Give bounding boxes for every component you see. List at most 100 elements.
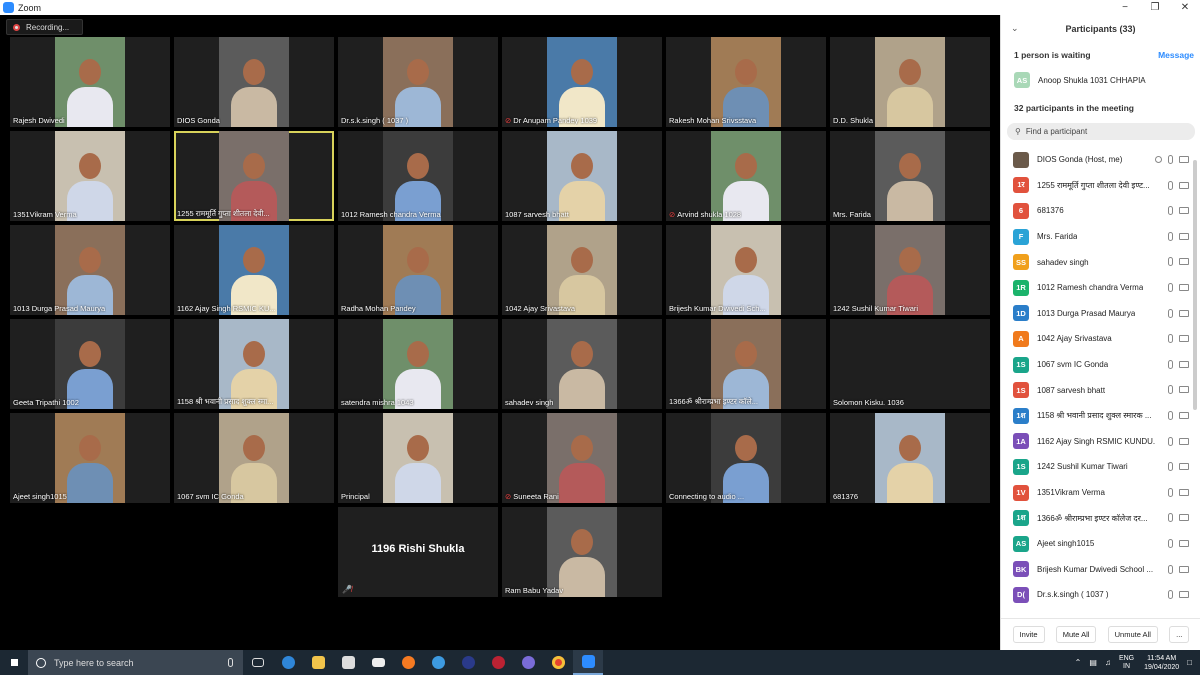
app-icon[interactable] xyxy=(483,650,513,675)
participant-row[interactable]: 6 681376 xyxy=(1001,198,1193,224)
camera-icon[interactable] xyxy=(1179,565,1189,573)
microphone-icon[interactable] xyxy=(1168,385,1173,395)
participant-row[interactable]: 1D 1013 Durga Prasad Maurya xyxy=(1001,301,1193,327)
video-tile[interactable]: 1351Vikram Verma xyxy=(10,131,170,221)
volume-icon[interactable]: ♫ xyxy=(1105,658,1111,667)
video-tile[interactable]: 1162 Ajay Singh RSMIC KU... xyxy=(174,225,334,315)
microphone-icon[interactable] xyxy=(1168,155,1173,164)
mail-icon[interactable] xyxy=(363,650,393,675)
video-tile[interactable]: Geeta Tripathi 1002 xyxy=(10,319,170,409)
camera-icon[interactable] xyxy=(1179,591,1189,599)
search-input[interactable]: Find a participant xyxy=(1026,127,1087,136)
camera-icon[interactable] xyxy=(1179,232,1189,240)
camera-icon[interactable] xyxy=(1179,539,1189,547)
camera-icon[interactable] xyxy=(1179,207,1189,215)
video-tile[interactable]: 1366ॐ श्रीराम्प्रभा इण्टर कॉले... xyxy=(666,319,826,409)
participant-row[interactable]: SS sahadev singh xyxy=(1001,249,1193,275)
video-tile[interactable]: Connecting to audio ... xyxy=(666,413,826,503)
video-tile[interactable]: 1087 sarvesh bhatt xyxy=(502,131,662,221)
participant-row[interactable]: 1V 1351Vikram Verma xyxy=(1001,480,1193,506)
video-tile[interactable]: ⊘ Dr Anupam Pandey 1039 xyxy=(502,37,662,127)
participant-row[interactable]: 1श 1366ॐ श्रीराम्प्रभा इण्टर कॉलेज दर... xyxy=(1001,505,1193,531)
microphone-icon[interactable] xyxy=(1168,257,1173,267)
firefox-icon[interactable] xyxy=(393,650,423,675)
camera-icon[interactable] xyxy=(1179,386,1189,394)
store-icon[interactable] xyxy=(333,650,363,675)
video-tile[interactable]: Radha Mohan Pandey xyxy=(338,225,498,315)
camera-icon[interactable] xyxy=(1179,411,1189,419)
app-icon[interactable] xyxy=(453,650,483,675)
participant-row[interactable]: 1A 1162 Ajay Singh RSMIC KUNDU... xyxy=(1001,429,1193,455)
microphone-icon[interactable] xyxy=(1168,410,1173,420)
maximize-button[interactable]: ❐ xyxy=(1140,0,1170,15)
video-tile[interactable]: 1012 Ramesh chandra Verma xyxy=(338,131,498,221)
zoom-taskbar-icon[interactable] xyxy=(573,650,603,675)
message-link[interactable]: Message xyxy=(1158,50,1194,60)
microphone-icon[interactable] xyxy=(1168,590,1173,600)
microphone-icon[interactable] xyxy=(1168,231,1173,241)
camera-icon[interactable] xyxy=(1179,258,1189,266)
recording-indicator[interactable]: Recording... xyxy=(6,19,83,35)
video-tile[interactable]: ⊘ Arvind shukla 1028 xyxy=(666,131,826,221)
camera-icon[interactable] xyxy=(1179,463,1189,471)
camera-icon[interactable] xyxy=(1179,488,1189,496)
participant-row[interactable]: 1S 1067 svm IC Gonda xyxy=(1001,352,1193,378)
participant-row[interactable]: AS Ajeet singh1015 xyxy=(1001,531,1193,557)
invite-button[interactable]: Invite xyxy=(1012,626,1045,643)
task-view-icon[interactable] xyxy=(243,650,273,675)
minimize-button[interactable]: − xyxy=(1110,0,1140,15)
camera-icon[interactable] xyxy=(1179,156,1189,163)
video-tile[interactable]: ⊘ Suneeta Rani xyxy=(502,413,662,503)
video-tile[interactable]: Principal xyxy=(338,413,498,503)
microphone-icon[interactable] xyxy=(1168,538,1173,548)
video-tile[interactable]: Rajesh Dwivedi xyxy=(10,37,170,127)
network-icon[interactable]: ▤ xyxy=(1089,658,1097,667)
participant-row[interactable]: A 1042 Ajay Srivastava xyxy=(1001,326,1193,352)
video-tile[interactable]: Ram Babu Yadav xyxy=(502,507,662,597)
microphone-icon[interactable] xyxy=(1168,564,1173,574)
more-button[interactable]: ... xyxy=(1169,626,1190,643)
camera-icon[interactable] xyxy=(1179,181,1189,189)
video-tile[interactable]: 681376 xyxy=(830,413,990,503)
participant-row[interactable]: 1श 1158 श्री भवानी प्रसाद शुक्ल स्मारक ..… xyxy=(1001,403,1193,429)
unmute-all-button[interactable]: Unmute All xyxy=(1107,626,1158,643)
microphone-icon[interactable] xyxy=(1168,359,1173,369)
video-tile[interactable]: 1013 Durga Prasad Maurya xyxy=(10,225,170,315)
video-tile[interactable]: Mrs. Farida xyxy=(830,131,990,221)
video-tile[interactable]: 1242 Sushil Kumar Tiwari xyxy=(830,225,990,315)
participant-row[interactable]: 1S 1242 Sushil Kumar Tiwari xyxy=(1001,454,1193,480)
video-tile[interactable]: Ajeet singh1015 xyxy=(10,413,170,503)
collapse-chevron-icon[interactable]: ⌄ xyxy=(1011,23,1019,34)
participant-row[interactable]: DIOS Gonda (Host, me) xyxy=(1001,147,1193,173)
edge-browser-icon[interactable] xyxy=(273,650,303,675)
taskbar-search-input[interactable]: Type here to search xyxy=(54,658,134,668)
participant-row[interactable]: D(Dr.s.k.singh ( 1037 ) xyxy=(1001,582,1193,608)
camera-icon[interactable] xyxy=(1179,437,1189,445)
microphone-icon[interactable] xyxy=(1168,513,1173,523)
microphone-icon[interactable] xyxy=(1168,282,1173,292)
participant-search[interactable]: ⚲ Find a participant xyxy=(1007,123,1195,140)
video-tile[interactable]: DIOS Gonda xyxy=(174,37,334,127)
microphone-icon[interactable] xyxy=(1168,487,1173,497)
microphone-icon[interactable] xyxy=(1168,436,1173,446)
participant-list-scrollbar[interactable] xyxy=(1193,160,1197,410)
taskbar-search[interactable]: Type here to search xyxy=(28,650,243,675)
video-tile[interactable]: 1067 svm IC Gonda xyxy=(174,413,334,503)
microphone-icon[interactable] xyxy=(1168,180,1173,190)
camera-icon[interactable] xyxy=(1179,283,1189,291)
participant-row[interactable]: F Mrs. Farida xyxy=(1001,224,1193,250)
video-tile[interactable]: 1158 श्री भवानी प्रसाद शुक्ल स्मा... xyxy=(174,319,334,409)
video-tile[interactable]: Dr.s.k.singh ( 1037 ) xyxy=(338,37,498,127)
language-indicator[interactable]: ENG IN xyxy=(1119,655,1134,671)
microphone-icon[interactable] xyxy=(1168,334,1173,344)
participant-row[interactable]: BK Brijesh Kumar Dwivedi School ... xyxy=(1001,557,1193,583)
microphone-icon[interactable] xyxy=(1168,308,1173,318)
start-button[interactable] xyxy=(0,650,28,675)
internet-explorer-icon[interactable] xyxy=(423,650,453,675)
clock[interactable]: 11:54 AM 19/04/2020 xyxy=(1144,654,1179,672)
camera-icon[interactable] xyxy=(1179,514,1189,522)
participant-row[interactable]: 1R 1012 Ramesh chandra Verma xyxy=(1001,275,1193,301)
video-tile[interactable]: Brijesh Kumar Dwivedi Sch... xyxy=(666,225,826,315)
waiting-participant[interactable]: AS Anoop Shukla 1031 CHHAPIA xyxy=(1014,72,1146,88)
video-tile[interactable]: satendra mishra 1043 xyxy=(338,319,498,409)
